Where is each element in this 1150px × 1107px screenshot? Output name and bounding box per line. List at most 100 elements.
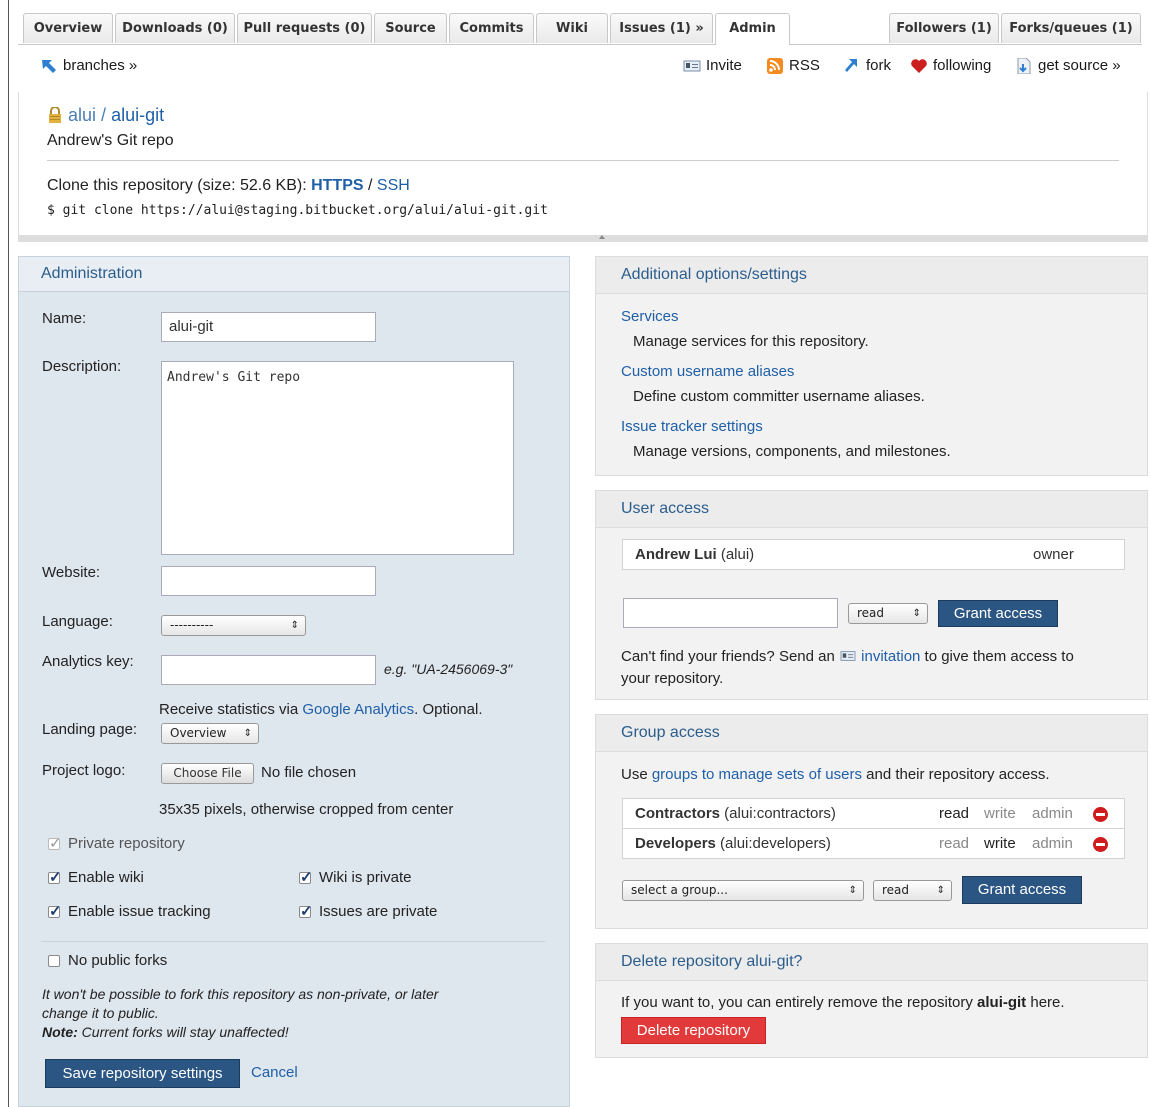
group-admin-option[interactable]: admin bbox=[1032, 835, 1073, 852]
cancel-link[interactable]: Cancel bbox=[251, 1064, 298, 1081]
language-value: ---------- bbox=[170, 618, 214, 632]
delete-repository-title: Delete repository alui-git? bbox=[596, 944, 1147, 981]
landing-page-select[interactable]: Overview ⇕ bbox=[161, 723, 259, 744]
analytics-input[interactable] bbox=[161, 655, 376, 685]
language-select[interactable]: ---------- ⇕ bbox=[161, 615, 306, 636]
analytics-help-prefix: Receive statistics via bbox=[159, 701, 303, 718]
tab-commits[interactable]: Commits bbox=[449, 13, 534, 43]
group-admin-option[interactable]: admin bbox=[1032, 805, 1073, 822]
clone-https-link[interactable]: HTTPS bbox=[311, 177, 363, 194]
grant-group-access-button[interactable]: Grant access bbox=[962, 876, 1082, 904]
remove-group-icon[interactable] bbox=[1093, 837, 1108, 852]
user-permission-select[interactable]: read ⇕ bbox=[848, 603, 928, 624]
manage-groups-link[interactable]: groups to manage sets of users bbox=[652, 766, 862, 783]
issue-tracker-settings-link[interactable]: Issue tracker settings bbox=[621, 418, 763, 435]
group-name-bold: Contractors bbox=[635, 805, 721, 822]
tab-admin[interactable]: Admin bbox=[715, 13, 790, 45]
website-label: Website: bbox=[42, 564, 101, 581]
checkbox-icon bbox=[48, 954, 60, 967]
tab-source[interactable]: Source bbox=[374, 13, 447, 43]
choose-file-button[interactable]: Choose File bbox=[161, 763, 254, 784]
group-id: (alui:contractors) bbox=[720, 805, 836, 822]
group-permission-select[interactable]: read ⇕ bbox=[873, 880, 952, 901]
repo-owner-link[interactable]: alui bbox=[68, 105, 96, 125]
tab-followers[interactable]: Followers (1) bbox=[889, 13, 999, 43]
tab-forks-queues[interactable]: Forks/queues (1) bbox=[1001, 13, 1141, 43]
user-search-input[interactable] bbox=[623, 598, 838, 628]
group-select-value: select a group... bbox=[631, 883, 728, 897]
group-name: Developers (alui:developers) bbox=[635, 835, 831, 852]
following-toggle[interactable]: following bbox=[910, 57, 991, 74]
user-permission-value: read bbox=[857, 606, 885, 620]
tab-pull-requests[interactable]: Pull requests (0) bbox=[237, 13, 372, 43]
group-write-option[interactable]: write bbox=[984, 835, 1016, 852]
repo-separator: / bbox=[96, 105, 112, 125]
tab-issues[interactable]: Issues (1) » bbox=[610, 13, 713, 43]
checkbox-icon bbox=[299, 868, 313, 886]
invite-card-icon bbox=[683, 60, 701, 71]
additional-options-panel: Additional options/settings Services Man… bbox=[595, 256, 1148, 476]
invitation-link[interactable]: invitation bbox=[861, 648, 920, 665]
checkbox-icon bbox=[299, 902, 313, 920]
page-left-border bbox=[8, 0, 9, 1107]
issue-tracker-settings-description: Manage versions, components, and milesto… bbox=[633, 443, 951, 460]
tab-downloads[interactable]: Downloads (0) bbox=[115, 13, 235, 43]
delete-repository-button[interactable]: Delete repository bbox=[621, 1017, 766, 1044]
tab-overview[interactable]: Overview bbox=[23, 13, 113, 43]
group-permission-value: read bbox=[882, 883, 910, 897]
repo-description: Andrew's Git repo bbox=[47, 132, 174, 149]
no-public-forks-checkbox[interactable]: No public forks bbox=[48, 952, 167, 969]
group-select[interactable]: select a group... ⇕ bbox=[622, 880, 864, 901]
administration-title: Administration bbox=[19, 257, 569, 292]
repo-header: alui / alui-git Andrew's Git repo Clone … bbox=[18, 92, 1148, 242]
divider bbox=[41, 941, 545, 942]
branches-link[interactable]: branches » bbox=[40, 57, 137, 74]
get-source-link[interactable]: get source » bbox=[1015, 57, 1121, 74]
issues-private-checkbox[interactable]: Issues are private bbox=[299, 902, 438, 920]
project-logo-label: Project logo: bbox=[42, 762, 126, 779]
rss-icon bbox=[767, 57, 783, 74]
remove-group-icon[interactable] bbox=[1093, 807, 1108, 822]
save-repository-settings-button[interactable]: Save repository settings bbox=[45, 1059, 240, 1088]
clone-command[interactable]: $ git clone https://alui@staging.bitbuck… bbox=[47, 203, 548, 218]
user-handle: (alui) bbox=[716, 546, 755, 563]
group-row: Contractors (alui:contractors) read writ… bbox=[622, 798, 1125, 829]
custom-aliases-link[interactable]: Custom username aliases bbox=[621, 363, 794, 380]
services-link[interactable]: Services bbox=[621, 308, 679, 325]
delete-text-prefix: If you want to, you can entirely remove … bbox=[621, 994, 978, 1011]
branches-icon bbox=[42, 59, 56, 73]
private-repository-label: Private repository bbox=[68, 835, 185, 852]
invite-help: Can't find your friends? Send an invitat… bbox=[621, 646, 1074, 690]
invite-link[interactable]: Invite bbox=[683, 57, 742, 74]
repo-name-link[interactable]: alui-git bbox=[111, 105, 164, 125]
website-input[interactable] bbox=[161, 566, 376, 596]
enable-issue-tracking-label: Enable issue tracking bbox=[68, 903, 211, 920]
issues-private-label: Issues are private bbox=[319, 903, 438, 920]
enable-issue-tracking-checkbox[interactable]: Enable issue tracking bbox=[48, 902, 211, 920]
clone-ssh-link[interactable]: SSH bbox=[377, 177, 410, 194]
get-source-label: get source » bbox=[1038, 57, 1121, 74]
description-textarea[interactable]: Andrew's Git repo bbox=[161, 361, 514, 555]
wiki-private-checkbox[interactable]: Wiki is private bbox=[299, 868, 412, 886]
select-arrows-icon: ⇕ bbox=[936, 885, 945, 896]
private-repository-checkbox[interactable]: Private repository bbox=[48, 834, 185, 852]
rss-link[interactable]: RSS bbox=[766, 57, 820, 74]
enable-wiki-checkbox[interactable]: Enable wiki bbox=[48, 868, 144, 886]
grant-user-access-button[interactable]: Grant access bbox=[938, 600, 1058, 627]
tab-wiki[interactable]: Wiki bbox=[536, 13, 608, 43]
group-write-option[interactable]: write bbox=[984, 805, 1016, 822]
no-file-chosen: No file chosen bbox=[261, 764, 357, 781]
fork-link[interactable]: fork bbox=[843, 57, 891, 74]
group-read-option[interactable]: read bbox=[939, 835, 969, 852]
group-read-option[interactable]: read bbox=[939, 805, 969, 822]
google-analytics-link[interactable]: Google Analytics bbox=[302, 701, 414, 718]
name-input[interactable]: alui-git bbox=[161, 312, 376, 342]
collapse-bar[interactable] bbox=[19, 235, 1147, 241]
invite-help-prefix: Can't find your friends? Send an bbox=[621, 648, 839, 665]
clone-label: Clone this repository (size: 52.6 KB): bbox=[47, 177, 312, 194]
group-access-panel: Group access Use groups to manage sets o… bbox=[595, 714, 1148, 929]
clone-separator: / bbox=[363, 177, 377, 194]
invite-label: Invite bbox=[706, 57, 742, 74]
heart-icon bbox=[911, 58, 927, 73]
collapse-caret-icon bbox=[599, 235, 605, 239]
